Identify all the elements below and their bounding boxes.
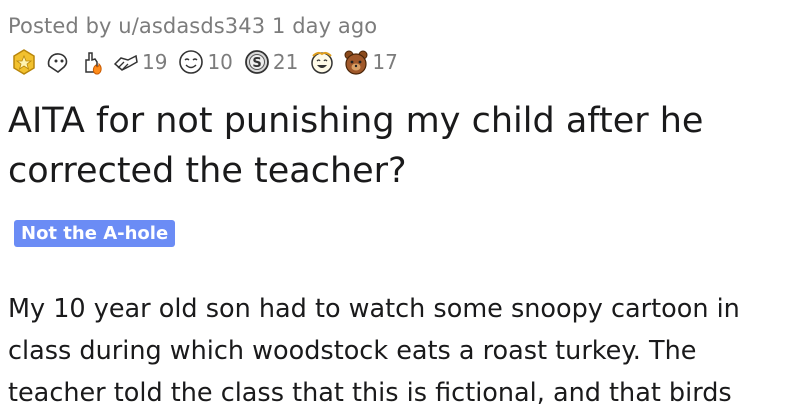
post-title[interactable]: AITA for not punishing my child after he…: [8, 96, 792, 196]
reddit-post: Posted by u/asdasds343 1 day ago 19 10 S…: [8, 0, 792, 420]
post-flair[interactable]: Not the A-hole: [14, 220, 176, 247]
silver-coin-award-icon: S: [245, 50, 269, 74]
award-count: 19: [142, 50, 168, 74]
awards-bar: 19 10 S 21 17: [10, 46, 402, 78]
award-gold[interactable]: [10, 48, 38, 76]
fire-hand-award-icon: [85, 52, 102, 75]
award-count: 10: [207, 50, 233, 74]
gold-award-icon: [13, 49, 35, 75]
wholesome-award-icon: [47, 53, 68, 73]
face-award-icon: [179, 50, 204, 74]
post-meta: Posted by u/asdasds343 1 day ago: [8, 14, 378, 38]
svg-text:S: S: [252, 56, 261, 71]
award-count: 17: [372, 50, 398, 74]
award-fire-hand[interactable]: [78, 48, 106, 76]
bear-award-icon: [344, 50, 368, 75]
award-count: 21: [272, 50, 299, 74]
helpful-award-icon: [113, 54, 138, 71]
post-body: My 10 year old son had to watch some sno…: [8, 294, 740, 408]
award-face[interactable]: 10: [177, 48, 236, 76]
laughing-face-award-icon: [311, 51, 334, 74]
award-helpful[interactable]: 19: [112, 48, 171, 76]
award-laughing-face[interactable]: [308, 48, 336, 76]
award-bear[interactable]: 17: [342, 48, 401, 76]
award-wholesome[interactable]: [44, 48, 72, 76]
award-silver-coin[interactable]: S 21: [243, 48, 302, 76]
